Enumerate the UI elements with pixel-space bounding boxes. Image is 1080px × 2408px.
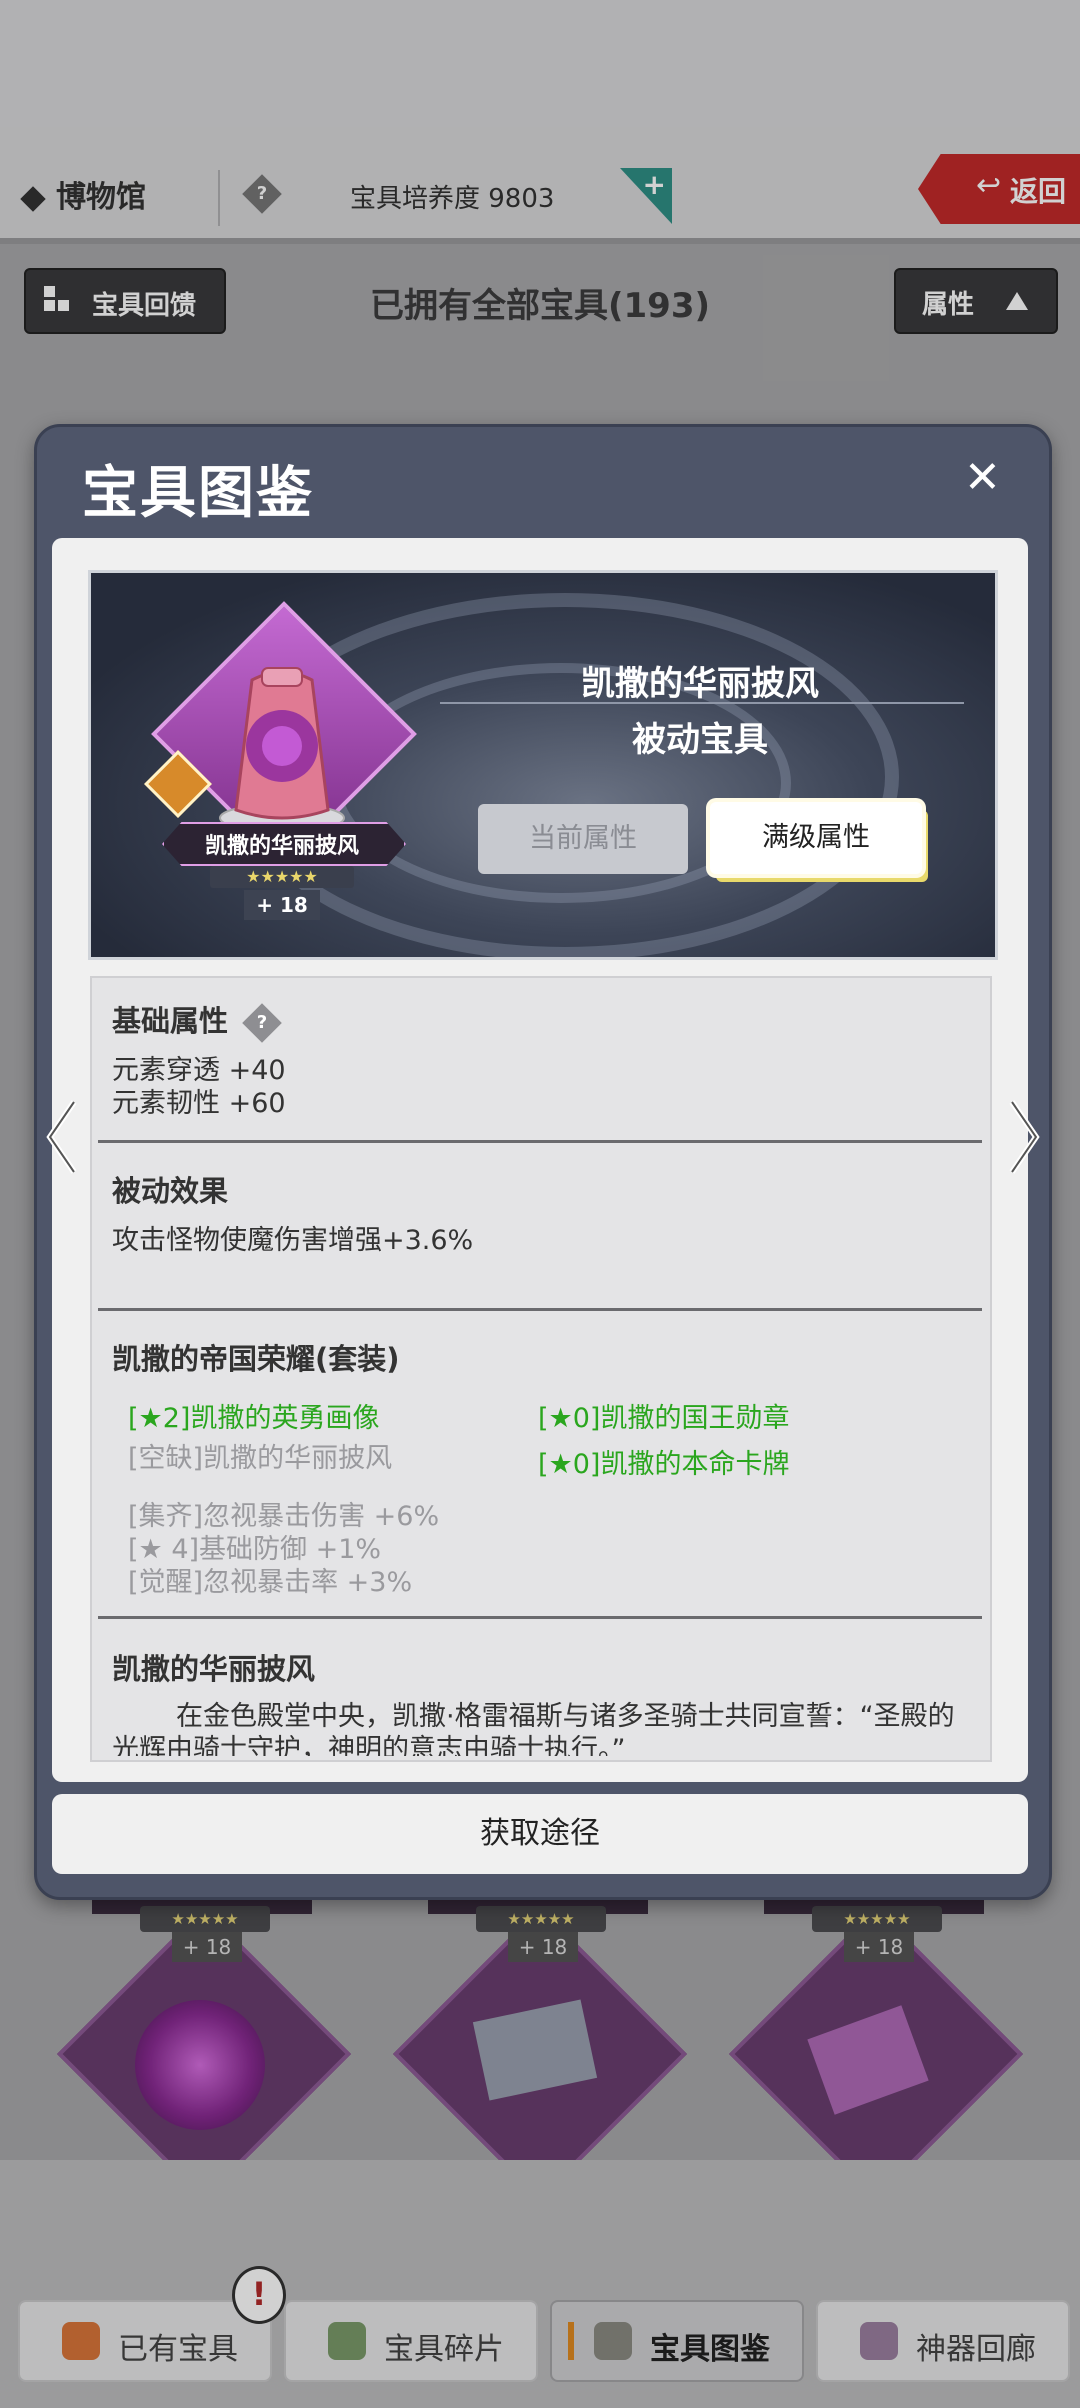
lore-title: 凯撒的华丽披风: [112, 1652, 316, 1686]
lore-text: 在金色殿堂中央，凯撒·格雷福斯与诸多圣骑士共同宣誓：“圣殿的光辉由骑士守护，神明…: [112, 1701, 955, 1756]
section-divider: [98, 1140, 982, 1143]
set-title: 凯撒的帝国荣耀(套装): [112, 1342, 400, 1376]
chevron-left-icon[interactable]: [42, 1098, 82, 1176]
max-attribute-button[interactable]: 满级属性: [710, 802, 922, 874]
base-attr-line: 元素穿透 +40: [112, 1055, 286, 1086]
passive-title: 被动效果: [112, 1174, 229, 1208]
set-piece: [★2]凯撒的英勇画像: [128, 1403, 380, 1434]
set-bonus: [集齐]忽视暴击伤害 +6%: [128, 1501, 440, 1532]
section-divider: [98, 1616, 982, 1619]
current-attribute-button[interactable]: 当前属性: [478, 804, 688, 874]
set-bonus: [★ 4]基础防御 +1%: [128, 1534, 382, 1565]
base-attr-title: 基础属性?: [112, 998, 282, 1043]
set-piece-missing: [空缺]凯撒的华丽披风: [128, 1443, 393, 1474]
help-icon[interactable]: ?: [242, 1003, 282, 1043]
cape-icon: [219, 667, 345, 833]
set-piece: [★0]凯撒的本命卡牌: [538, 1449, 790, 1480]
close-icon[interactable]: ✕: [964, 452, 1001, 503]
treasure-name: 凯撒的华丽披风: [581, 664, 819, 704]
passive-text: 攻击怪物使魔伤害增强+3.6%: [112, 1225, 474, 1256]
base-attr-line: 元素韧性 +60: [112, 1088, 286, 1119]
set-piece: [★0]凯撒的国王勋章: [538, 1403, 790, 1434]
item-badge-name: 凯撒的华丽披风: [204, 834, 359, 859]
name-divider: [440, 702, 964, 704]
modal-title: 宝具图鉴: [82, 461, 314, 526]
treasure-type: 被动宝具: [632, 720, 768, 760]
section-divider: [98, 1308, 982, 1311]
set-bonus: [觉醒]忽视暴击率 +3%: [128, 1567, 413, 1598]
chevron-right-icon[interactable]: [1004, 1098, 1044, 1176]
item-stars: ★★★★★: [210, 866, 354, 888]
item-level: + 18: [244, 890, 320, 920]
obtain-source-button[interactable]: 获取途径: [52, 1794, 1028, 1874]
